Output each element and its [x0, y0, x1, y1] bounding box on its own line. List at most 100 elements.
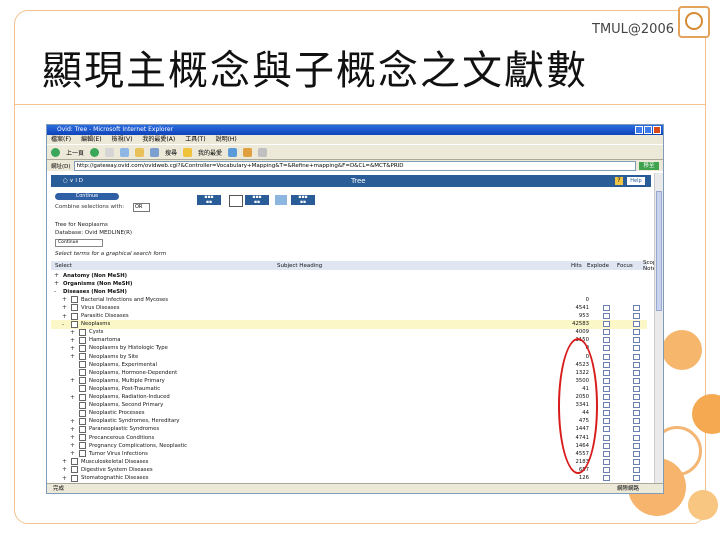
explode-checkbox[interactable] [603, 426, 610, 433]
expand-icon[interactable]: + [70, 345, 75, 352]
subject-heading-link[interactable]: Bacterial Infections and Mycoses [81, 297, 168, 303]
subject-heading-link[interactable]: Cysts [89, 329, 103, 335]
select-checkbox[interactable] [79, 401, 86, 409]
subject-heading-link[interactable]: Neoplasms, Multiple Primary [89, 378, 165, 384]
subject-heading-link[interactable]: Neoplasms, Hormone-Dependent [89, 370, 177, 376]
focus-checkbox[interactable] [633, 369, 640, 376]
select-checkbox[interactable] [79, 377, 86, 385]
refresh-icon[interactable] [120, 147, 130, 157]
explode-checkbox[interactable] [603, 394, 610, 400]
subject-heading-link[interactable]: Anatomy (Non MeSH) [63, 273, 127, 279]
go-button[interactable]: 移至 [639, 161, 659, 170]
subject-heading-link[interactable]: Stomatognathic Diseases [81, 475, 148, 481]
expand-icon[interactable]: + [70, 337, 75, 344]
select-checkbox[interactable] [71, 466, 78, 474]
explode-checkbox[interactable] [603, 442, 610, 449]
explode-checkbox[interactable] [603, 353, 610, 360]
collapse-icon[interactable]: - [62, 321, 64, 328]
search-icon[interactable] [150, 147, 160, 157]
subject-heading-link[interactable]: Neoplasms [81, 321, 110, 327]
select-checkbox[interactable] [79, 353, 86, 360]
select-checkbox[interactable] [79, 344, 86, 352]
combine-select[interactable]: OR [133, 203, 150, 212]
focus-checkbox[interactable] [633, 475, 640, 481]
expand-icon[interactable]: + [70, 442, 75, 449]
explode-checkbox[interactable] [603, 450, 610, 457]
tree-map-icon[interactable] [229, 195, 243, 207]
stop-icon[interactable] [105, 147, 115, 157]
address-input[interactable]: http://gateway.ovid.com/ovidweb.cgi?&Con… [73, 160, 636, 171]
subject-heading-link[interactable]: Diseases (Non MeSH) [63, 289, 127, 295]
select-checkbox[interactable] [79, 336, 86, 344]
expand-icon[interactable]: + [70, 434, 75, 441]
graphical-search-button[interactable]: ▪▪▪ ▪▪ [197, 195, 221, 205]
focus-checkbox[interactable] [633, 418, 640, 425]
focus-checkbox[interactable] [633, 321, 640, 328]
subject-heading-link[interactable]: Neoplasms by Site [89, 354, 138, 360]
explode-checkbox[interactable] [603, 434, 610, 441]
back-label[interactable]: 上一頁 [66, 148, 84, 157]
home-icon[interactable] [135, 147, 145, 157]
vertical-scrollbar[interactable] [654, 173, 663, 483]
focus-checkbox[interactable] [633, 353, 640, 360]
menu-item[interactable]: 工具(T) [185, 135, 205, 144]
explode-checkbox[interactable] [603, 402, 610, 409]
subject-heading-link[interactable]: Neoplastic Syndromes, Hereditary [89, 418, 180, 424]
search-label[interactable]: 搜尋 [165, 148, 177, 157]
menu-item[interactable]: 我的最愛(A) [142, 135, 175, 144]
menu-item[interactable]: 說明(H) [216, 135, 237, 144]
subject-heading-link[interactable]: Hamartoma [89, 337, 121, 343]
expand-icon[interactable]: + [70, 418, 75, 425]
select-checkbox[interactable] [79, 361, 86, 369]
focus-checkbox[interactable] [633, 450, 640, 457]
menu-item[interactable]: 檔案(F) [51, 135, 71, 144]
expand-icon[interactable]: + [62, 304, 67, 311]
expand-icon[interactable]: + [62, 475, 67, 482]
subject-heading-link[interactable]: Organisms (Non MeSH) [63, 281, 132, 287]
focus-checkbox[interactable] [633, 402, 640, 409]
select-checkbox[interactable] [71, 296, 78, 304]
subject-heading-link[interactable]: Virus Diseases [81, 305, 120, 311]
focus-checkbox[interactable] [633, 434, 640, 441]
media-icon[interactable] [228, 147, 238, 157]
select-checkbox[interactable] [79, 425, 86, 433]
subject-heading-link[interactable]: Musculoskeletal Diseases [81, 459, 148, 465]
select-checkbox[interactable] [71, 312, 78, 320]
select-checkbox[interactable] [71, 320, 78, 328]
select-checkbox[interactable] [71, 304, 78, 312]
select-checkbox[interactable] [71, 474, 78, 482]
focus-checkbox[interactable] [633, 361, 640, 368]
focus-checkbox[interactable] [633, 377, 640, 384]
expand-icon[interactable]: + [70, 353, 75, 360]
subject-heading-link[interactable]: Neoplasms, Post-Traumatic [89, 386, 160, 392]
explode-checkbox[interactable] [603, 410, 610, 417]
select-checkbox[interactable] [79, 434, 86, 441]
focus-checkbox[interactable] [633, 426, 640, 433]
maximize-button[interactable] [644, 126, 652, 134]
mail-icon[interactable] [243, 147, 253, 157]
select-checkbox[interactable] [79, 417, 86, 425]
scope-button[interactable]: ▪▪▪ ▪▪ [245, 195, 269, 205]
explode-checkbox[interactable] [603, 418, 610, 425]
print-icon[interactable] [258, 147, 268, 157]
focus-checkbox[interactable] [633, 394, 640, 400]
subject-heading-link[interactable]: Neoplasms, Radiation-Induced [89, 394, 170, 400]
explode-checkbox[interactable] [603, 337, 610, 344]
explode-checkbox[interactable] [603, 345, 610, 352]
close-button[interactable] [653, 126, 661, 134]
subject-heading-link[interactable]: Tumor Virus Infections [89, 451, 148, 457]
expand-icon[interactable]: + [70, 377, 75, 384]
explode-checkbox[interactable] [603, 313, 610, 319]
explode-checkbox[interactable] [603, 304, 610, 311]
continue-link[interactable]: Continue [55, 239, 103, 247]
subject-heading-link[interactable]: Neoplasms, Second Primary [89, 402, 163, 408]
subject-heading-link[interactable]: Digestive System Diseases [81, 467, 153, 473]
explode-checkbox[interactable] [603, 385, 610, 392]
explode-checkbox[interactable] [603, 361, 610, 368]
focus-checkbox[interactable] [633, 385, 640, 392]
select-checkbox[interactable] [79, 450, 86, 458]
expand-icon[interactable]: + [70, 394, 75, 401]
explode-checkbox[interactable] [603, 377, 610, 384]
focus-checkbox[interactable] [633, 458, 640, 465]
explode-checkbox[interactable] [603, 369, 610, 376]
